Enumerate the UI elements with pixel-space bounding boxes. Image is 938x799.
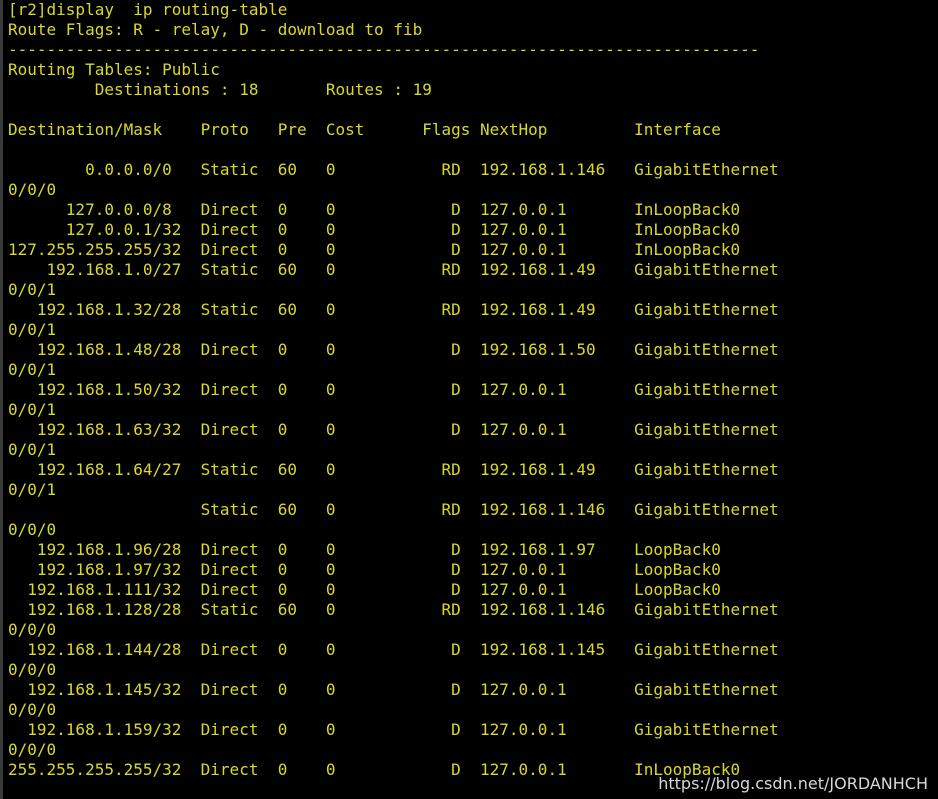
terminal-line: [r2]display ip routing-table: [8, 0, 288, 19]
terminal-line: 0/0/0: [8, 740, 57, 759]
terminal-window[interactable]: [r2]display ip routing-table Route Flags:…: [0, 0, 938, 799]
terminal-line: 192.168.1.97/32 Direct 0 0 D 127.0.0.1 L…: [8, 560, 721, 579]
terminal-line: Routing Tables: Public: [8, 60, 220, 79]
terminal-line: 0/0/0: [8, 700, 57, 719]
terminal-line: 192.168.1.111/32 Direct 0 0 D 127.0.0.1 …: [8, 580, 721, 599]
terminal-line: 192.168.1.32/28 Static 60 0 RD 192.168.1…: [8, 300, 779, 319]
terminal-line: Destinations : 18 Routes : 19: [8, 80, 432, 99]
terminal-line: 192.168.1.144/28 Direct 0 0 D 192.168.1.…: [8, 640, 779, 659]
terminal-line: Route Flags: R - relay, D - download to …: [8, 20, 423, 39]
terminal-line: 192.168.1.145/32 Direct 0 0 D 127.0.0.1 …: [8, 680, 779, 699]
terminal-line: 0/0/1: [8, 280, 57, 299]
terminal-line: 192.168.1.48/28 Direct 0 0 D 192.168.1.5…: [8, 340, 779, 359]
terminal-line: 192.168.1.63/32 Direct 0 0 D 127.0.0.1 G…: [8, 420, 779, 439]
terminal-line: 0/0/0: [8, 660, 57, 679]
terminal-line: 127.255.255.255/32 Direct 0 0 D 127.0.0.…: [8, 240, 741, 259]
terminal-line: 0/0/0: [8, 620, 57, 639]
terminal-line: 0/0/1: [8, 400, 57, 419]
terminal-line: 0/0/1: [8, 320, 57, 339]
terminal-line: ----------------------------------------…: [8, 40, 760, 59]
terminal-line: 192.168.1.64/27 Static 60 0 RD 192.168.1…: [8, 460, 779, 479]
terminal-line: 192.168.1.50/32 Direct 0 0 D 127.0.0.1 G…: [8, 380, 779, 399]
terminal-output: [r2]display ip routing-table Route Flags:…: [8, 0, 779, 780]
terminal-line: Destination/Mask Proto Pre Cost Flags Ne…: [8, 120, 721, 139]
watermark: https://blog.csdn.net/JORDANHCH: [658, 774, 928, 793]
terminal-line: 0/0/0: [8, 520, 57, 539]
terminal-line: 0.0.0.0/0 Static 60 0 RD 192.168.1.146 G…: [8, 160, 779, 179]
terminal-line: Static 60 0 RD 192.168.1.146 GigabitEthe…: [8, 500, 779, 519]
terminal-line: 0/0/1: [8, 360, 57, 379]
terminal-line: 192.168.1.0/27 Static 60 0 RD 192.168.1.…: [8, 260, 779, 279]
terminal-line: 0/0/1: [8, 480, 57, 499]
terminal-line: 127.0.0.0/8 Direct 0 0 D 127.0.0.1 InLoo…: [8, 200, 741, 219]
terminal-line: 192.168.1.96/28 Direct 0 0 D 192.168.1.9…: [8, 540, 721, 559]
terminal-line: 0/0/1: [8, 440, 57, 459]
terminal-line: 0/0/0: [8, 180, 57, 199]
terminal-line: 127.0.0.1/32 Direct 0 0 D 127.0.0.1 InLo…: [8, 220, 741, 239]
terminal-line: 192.168.1.159/32 Direct 0 0 D 127.0.0.1 …: [8, 720, 779, 739]
terminal-line: 192.168.1.128/28 Static 60 0 RD 192.168.…: [8, 600, 779, 619]
